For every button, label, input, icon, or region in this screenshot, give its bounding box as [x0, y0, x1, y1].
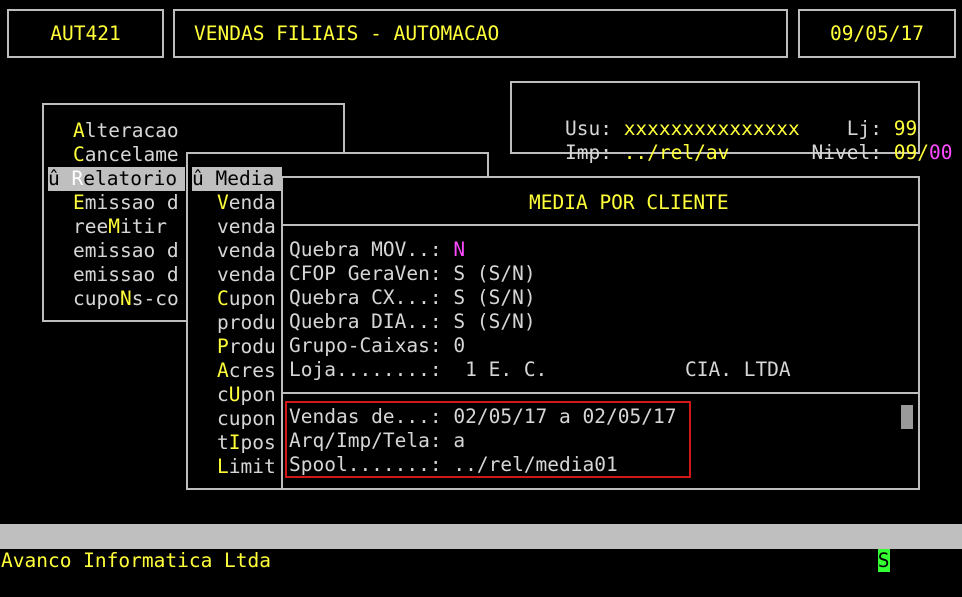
nivel-label: Nivel:	[811, 141, 882, 164]
date-box: 09/05/17	[798, 9, 956, 58]
field-loja-name: CIA. LTDA	[685, 358, 791, 381]
report-dialog: MEDIA POR CLIENTE Quebra MOV..: N CFOP G…	[281, 176, 920, 490]
nivel-sub-value: 00	[928, 141, 953, 164]
main-menu-item-emissao-2[interactable]: emissao d	[73, 239, 179, 263]
sub-menu-item-7[interactable]: Produ	[217, 335, 276, 359]
confirm-input[interactable]: S	[877, 549, 890, 572]
main-menu-item-relatorio[interactable]: û Relatorio	[48, 167, 185, 191]
sub-menu-item-5[interactable]: Cupon	[217, 287, 276, 311]
program-code: AUT421	[50, 22, 121, 45]
param-arq-imp-tela[interactable]: Arq/Imp/Tela: a	[289, 429, 465, 453]
main-menu-item-reemitir[interactable]: reeMitir	[73, 215, 167, 239]
main-menu-item-emissao[interactable]: Emissao d	[73, 191, 179, 215]
sub-menu-item-1[interactable]: Venda	[217, 191, 276, 215]
field-quebra-mov[interactable]: Quebra MOV..: N	[289, 238, 465, 262]
dialog-title: MEDIA POR CLIENTE	[529, 191, 729, 214]
sub-menu-item-10[interactable]: cupon	[217, 407, 276, 431]
sub-menu-item-4[interactable]: venda	[217, 263, 276, 287]
sub-menu-item-11[interactable]: tIpos	[217, 431, 276, 455]
dialog-section-divider	[283, 392, 918, 394]
sub-menu-item-12[interactable]: Limit	[217, 455, 276, 479]
confirm-options: (S/N)	[901, 549, 960, 572]
user-info-box: Usu: xxxxxxxxxxxxxxx Lj: 99 Imp: ../rel/…	[510, 81, 952, 164]
footer-company: Avanco Informatica Ltda	[1, 549, 272, 572]
title-box: VENDAS FILIAIS - AUTOMACAO	[173, 9, 788, 58]
nivel-value: 09/	[893, 141, 929, 164]
main-menu-item-cupons[interactable]: cupoNs-co	[73, 287, 179, 311]
page-title: VENDAS FILIAIS - AUTOMACAO	[194, 22, 500, 45]
field-loja[interactable]: Loja........: 1 E. C.	[289, 358, 547, 382]
sub-menu-item-9[interactable]: cUpon	[217, 383, 276, 407]
header-date: 09/05/17	[830, 22, 924, 45]
imp-value: ../rel/av	[623, 141, 730, 164]
sub-menu-item-3[interactable]: venda	[217, 239, 276, 263]
main-menu-item-cancelamento[interactable]: Cancelame	[73, 143, 179, 167]
scrollbar-thumb[interactable]	[901, 405, 913, 429]
sub-menu-item-media[interactable]: û Media	[192, 167, 282, 191]
status-bar: Confirma? S (S/N)	[0, 524, 962, 572]
sub-menu-item-6[interactable]: produ	[217, 311, 276, 335]
field-grupo-caixas[interactable]: Grupo-Caixas: 0	[289, 334, 465, 358]
main-menu-item-emissao-3[interactable]: emissao d	[73, 263, 179, 287]
sub-menu-item-8[interactable]: Acres	[217, 359, 276, 383]
dialog-title-divider	[283, 224, 918, 226]
imp-label: Imp:	[564, 141, 612, 164]
param-spool[interactable]: Spool.......: ../rel/media01	[289, 453, 618, 477]
field-quebra-dia[interactable]: Quebra DIA..: S (S/N)	[289, 310, 536, 334]
param-vendas-de[interactable]: Vendas de...: 02/05/17 a 02/05/17	[289, 405, 676, 429]
sub-menu-item-2[interactable]: venda	[217, 215, 276, 239]
confirm-prompt: Confirma?	[760, 549, 867, 572]
main-menu-item-alteracao[interactable]: Alteracao	[73, 119, 179, 143]
field-cfop-geraven[interactable]: CFOP GeraVen: S (S/N)	[289, 262, 536, 286]
program-code-box: AUT421	[7, 9, 164, 58]
field-quebra-cx[interactable]: Quebra CX...: S (S/N)	[289, 286, 536, 310]
